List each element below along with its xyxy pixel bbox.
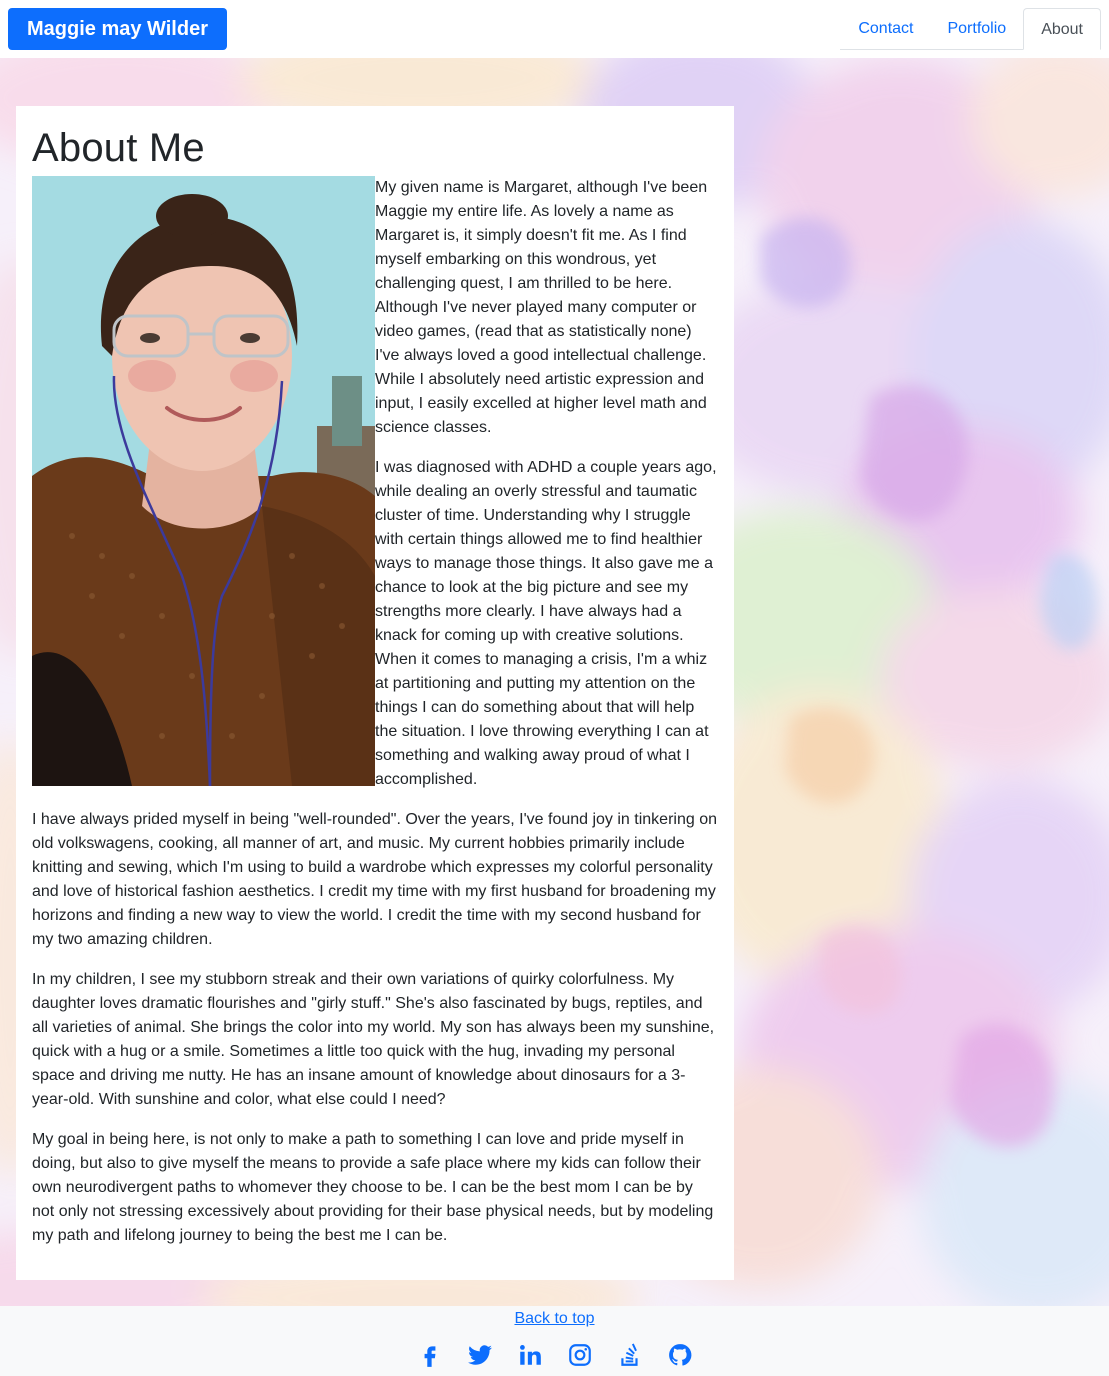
footer: Back to top bbox=[0, 1306, 1109, 1376]
paragraph-goal: My goal in being here, is not only to ma… bbox=[32, 1131, 714, 1244]
page-title: About Me bbox=[32, 126, 205, 170]
paragraph-children: In my children, I see my stubborn streak… bbox=[32, 971, 715, 1108]
github-icon[interactable] bbox=[667, 1342, 693, 1368]
instagram-icon[interactable] bbox=[567, 1342, 593, 1368]
social-links bbox=[0, 1342, 1109, 1368]
brand-button[interactable]: Maggie may Wilder bbox=[8, 8, 227, 50]
navbar: Maggie may Wilder Contact Portfolio Abou… bbox=[0, 0, 1109, 58]
facebook-icon[interactable] bbox=[417, 1342, 443, 1368]
about-card: About Me My given name is Margaret, alth… bbox=[16, 106, 734, 1280]
tab-about[interactable]: About bbox=[1023, 8, 1101, 50]
profile-photo bbox=[32, 176, 375, 786]
back-to-top-link[interactable]: Back to top bbox=[514, 1310, 594, 1328]
paragraph-hobbies: I have always prided myself in being "we… bbox=[32, 811, 717, 948]
linkedin-icon[interactable] bbox=[517, 1342, 543, 1368]
stack-overflow-icon[interactable] bbox=[617, 1342, 643, 1368]
nav-tabs: Contact Portfolio About bbox=[841, 8, 1101, 50]
twitter-icon[interactable] bbox=[467, 1342, 493, 1368]
tab-portfolio[interactable]: Portfolio bbox=[930, 8, 1023, 50]
tab-contact[interactable]: Contact bbox=[841, 8, 930, 50]
